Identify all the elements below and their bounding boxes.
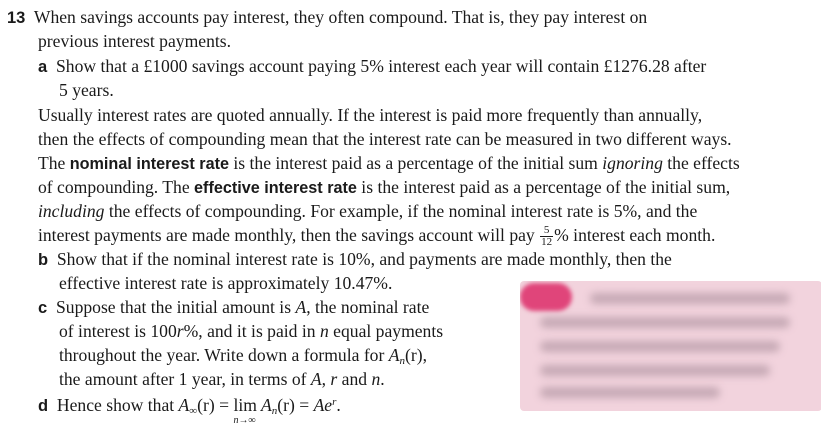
period-d: . xyxy=(336,395,341,415)
var-r: r xyxy=(176,321,184,341)
arg-r-d2: (r) xyxy=(277,395,295,415)
part-a-label: a xyxy=(38,58,48,76)
part-a-line-1: a Show that a £1000 savings account payi… xyxy=(38,55,706,79)
var-A-2: A xyxy=(310,369,322,389)
var-A-n-d: A xyxy=(256,395,272,415)
paragraph-line-1: Usually interest rates are quoted annual… xyxy=(38,104,702,127)
part-c-text-3a: throughout the year. Write down a formul… xyxy=(59,345,389,365)
limit-operator: lim n→∞ xyxy=(233,394,256,426)
paragraph-line-6: interest payments are made monthly, then… xyxy=(38,224,715,248)
arg-r: (r) xyxy=(405,345,423,365)
paragraph-line-4: of compounding. The effective interest r… xyxy=(38,176,730,200)
var-n-2: n xyxy=(371,369,381,389)
including-emphasis: including xyxy=(38,201,105,221)
part-c-line-4: the amount after 1 year, in terms of A, … xyxy=(59,368,385,391)
arg-r-d1: (r) xyxy=(197,395,215,415)
and-word: and xyxy=(337,369,372,389)
part-c-text-1b: , the nominal rate xyxy=(306,297,430,317)
var-A-inf: A xyxy=(178,395,190,415)
question-13-intro-line-2: previous interest payments. xyxy=(38,30,231,53)
part-c-line-1: c Suppose that the initial amount is A, … xyxy=(38,296,429,320)
part-b-text-2: effective interest rate is approximately… xyxy=(59,273,393,293)
part-c-text-2c: equal payments xyxy=(328,321,444,341)
part-c-text-1a: Suppose that the initial amount is xyxy=(55,297,296,317)
part-c-text-2b: %, and it is paid in xyxy=(183,321,320,341)
Ae-expression: Ae xyxy=(313,395,333,415)
var-A: A xyxy=(295,297,307,317)
blurred-line xyxy=(540,387,720,398)
blurred-callout-box xyxy=(520,281,821,411)
paragraph-line-3: The nominal interest rate is the interes… xyxy=(38,152,740,176)
para-text-4a: of compounding. The xyxy=(38,177,195,197)
part-b-line-2: effective interest rate is approximately… xyxy=(59,272,392,295)
var-A-n: A xyxy=(388,345,400,365)
para-text-6a: interest payments are made monthly, then… xyxy=(38,225,540,245)
question-number: 13 xyxy=(7,9,26,27)
blurred-line xyxy=(540,317,790,328)
part-a-text-2: 5 years. xyxy=(59,80,114,100)
ignoring-emphasis: ignoring xyxy=(602,153,663,173)
blurred-line xyxy=(540,341,780,352)
para-text-1: Usually interest rates are quoted annual… xyxy=(38,105,703,125)
var-n: n xyxy=(319,321,329,341)
blurred-line xyxy=(590,293,790,304)
part-b-line-1: b Show that if the nominal interest rate… xyxy=(38,248,672,272)
part-c-text-2a: of interest is 100 xyxy=(59,321,177,341)
para-text-3b: is the interest paid as a percentage of … xyxy=(229,153,603,173)
five-twelfths-fraction: 5 12 xyxy=(540,225,554,249)
part-c-line-2: of interest is 100r%, and it is paid in … xyxy=(59,320,443,343)
part-c-label: c xyxy=(38,299,48,317)
para-text-5: the effects of compounding. For example,… xyxy=(104,201,698,221)
lim-subscript: n→∞ xyxy=(233,415,256,426)
intro-text-1: When savings accounts pay interest, they… xyxy=(33,7,648,27)
para-text-3a: The xyxy=(38,153,70,173)
part-d-text: Hence show that xyxy=(56,395,179,415)
paragraph-line-5: including the effects of compounding. Fo… xyxy=(38,200,697,223)
part-d-line: d Hence show that A∞(r) = lim n→∞ An(r) =… xyxy=(38,391,341,426)
part-a-line-2: 5 years. xyxy=(59,79,114,102)
part-d-label: d xyxy=(38,397,49,415)
fraction-denominator: 12 xyxy=(541,236,553,249)
part-b-text-1: Show that if the nominal interest rate i… xyxy=(56,249,672,269)
para-text-3c: the effects xyxy=(662,153,740,173)
part-c-text-4a: the amount after 1 year, in terms of xyxy=(59,369,311,389)
para-text-6b: % interest each month. xyxy=(554,225,716,245)
para-text-4b: is the interest paid as a percentage of … xyxy=(356,177,731,197)
paragraph-line-2: then the effects of compounding mean tha… xyxy=(38,128,732,151)
period: . xyxy=(380,369,385,389)
equals-1: = xyxy=(214,395,234,415)
part-a-text-1: Show that a £1000 savings account paying… xyxy=(55,56,707,76)
intro-text-2: previous interest payments. xyxy=(38,31,231,51)
textbook-page: 13 When savings accounts pay interest, t… xyxy=(0,0,821,426)
blurred-callout-badge xyxy=(520,283,572,311)
subscript-infinity: ∞ xyxy=(189,405,198,417)
blurred-line xyxy=(540,365,770,376)
question-13-intro-line-1: 13 When savings accounts pay interest, t… xyxy=(7,6,647,30)
equals-2: = xyxy=(294,395,314,415)
part-b-label: b xyxy=(38,251,49,269)
nominal-interest-rate-term: nominal interest rate xyxy=(69,155,229,173)
para-text-2: then the effects of compounding mean tha… xyxy=(38,129,732,149)
effective-interest-rate-term: effective interest rate xyxy=(194,179,357,197)
part-c-text-3b: , xyxy=(422,345,427,365)
